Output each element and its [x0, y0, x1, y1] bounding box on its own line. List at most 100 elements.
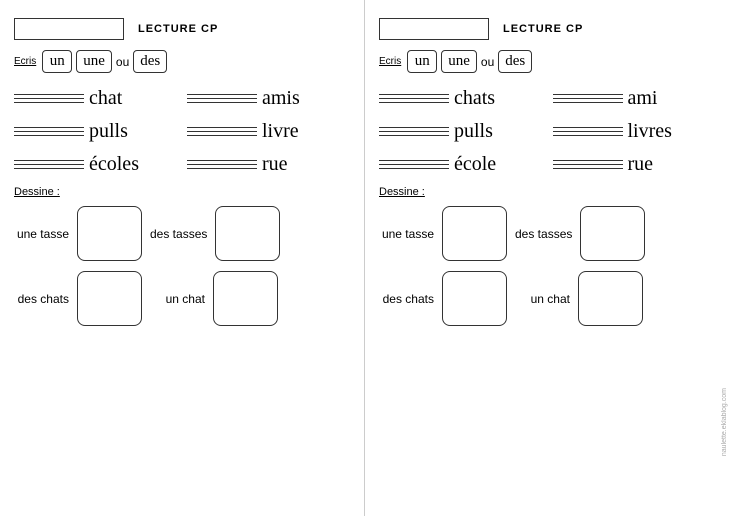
- left-lines-pulls: [14, 127, 84, 136]
- line: [187, 135, 257, 136]
- left-word-row-2: pulls livre: [14, 120, 350, 143]
- right-dessine-section: Dessine : une tasse des tasses des chats…: [379, 186, 716, 326]
- right-word-ecole: école: [454, 153, 496, 176]
- left-header: LECTURE CP: [14, 18, 350, 40]
- left-draw-box-des-tasses[interactable]: [215, 206, 280, 261]
- left-draw-box-des-chats[interactable]: [77, 271, 142, 326]
- left-word-amis: amis: [262, 87, 300, 110]
- line: [553, 131, 623, 132]
- line: [14, 160, 84, 161]
- left-une-tasse-label: une tasse: [14, 227, 69, 241]
- right-title: LECTURE CP: [503, 23, 583, 35]
- right-word-rue: rue: [628, 153, 654, 176]
- left-draw-row-tasse: une tasse des tasses: [14, 206, 350, 261]
- right-des-tasses-label: des tasses: [515, 227, 572, 241]
- line: [379, 102, 449, 103]
- right-draw-box-des-chats[interactable]: [442, 271, 507, 326]
- right-lines-livres: [553, 127, 623, 136]
- right-word-un: un: [407, 50, 437, 73]
- left-dessine-section: Dessine : une tasse des tasses des chats…: [14, 186, 350, 326]
- left-word-un: un: [42, 50, 72, 73]
- line: [14, 135, 84, 136]
- left-title: LECTURE CP: [138, 23, 218, 35]
- left-lines-ecoles: [14, 160, 84, 169]
- left-dessine-label: Dessine :: [14, 186, 350, 198]
- left-name-input[interactable]: [14, 18, 124, 40]
- line: [553, 164, 623, 165]
- left-words-section: chat amis: [14, 87, 350, 176]
- line: [379, 135, 449, 136]
- line: [187, 102, 257, 103]
- right-word-des: des: [498, 50, 532, 73]
- right-draw-row-tasse: une tasse des tasses: [379, 206, 716, 261]
- right-word-livres: livres: [628, 120, 672, 143]
- left-panel: LECTURE CP Ecris un une ou des chat: [0, 0, 365, 516]
- right-word-entry-chats: chats: [379, 87, 543, 110]
- left-un-chat-label: un chat: [150, 292, 205, 306]
- line: [14, 127, 84, 128]
- right-word-row-3: école rue: [379, 153, 716, 176]
- watermark: naulette.eklablog.com: [721, 388, 728, 456]
- line: [187, 98, 257, 99]
- line: [379, 131, 449, 132]
- left-word-ecoles: écoles: [89, 153, 139, 176]
- right-draw-box-une-tasse[interactable]: [442, 206, 507, 261]
- right-dessine-label: Dessine :: [379, 186, 716, 198]
- line: [379, 98, 449, 99]
- right-word-row-1: chats ami: [379, 87, 716, 110]
- right-word-pulls: pulls: [454, 120, 493, 143]
- right-draw-row-chats: des chats un chat: [379, 271, 716, 326]
- left-des-chats-label: des chats: [14, 292, 69, 306]
- line: [553, 127, 623, 128]
- left-ecris-row: Ecris un une ou des: [14, 50, 350, 73]
- line: [187, 94, 257, 95]
- line: [187, 164, 257, 165]
- right-lines-rue: [553, 160, 623, 169]
- right-word-entry-pulls: pulls: [379, 120, 543, 143]
- line: [553, 168, 623, 169]
- left-word-livre: livre: [262, 120, 299, 143]
- right-panel: LECTURE CP Ecris un une ou des chats: [365, 0, 730, 516]
- right-des-chats-label: des chats: [379, 292, 434, 306]
- left-word-entry-livre: livre: [187, 120, 350, 143]
- left-word-des: des: [133, 50, 167, 73]
- line: [379, 168, 449, 169]
- left-des-tasses-label: des tasses: [150, 227, 207, 241]
- left-draw-box-un-chat[interactable]: [213, 271, 278, 326]
- line: [187, 131, 257, 132]
- right-ecris-label: Ecris: [379, 56, 401, 67]
- line: [553, 102, 623, 103]
- line: [379, 127, 449, 128]
- right-word-entry-ami: ami: [553, 87, 717, 110]
- line: [379, 94, 449, 95]
- left-word-entry-chat: chat: [14, 87, 177, 110]
- right-lines-ecole: [379, 160, 449, 169]
- right-lines-ami: [553, 94, 623, 103]
- left-ecris-label: Ecris: [14, 56, 36, 67]
- right-word-row-2: pulls livres: [379, 120, 716, 143]
- line: [379, 164, 449, 165]
- left-lines-rue: [187, 160, 257, 169]
- line: [187, 127, 257, 128]
- line: [14, 164, 84, 165]
- left-ou: ou: [116, 55, 129, 69]
- left-word-chat: chat: [89, 87, 122, 110]
- right-ou: ou: [481, 55, 494, 69]
- right-word-entry-ecole: école: [379, 153, 543, 176]
- right-name-input[interactable]: [379, 18, 489, 40]
- left-word-entry-pulls: pulls: [14, 120, 177, 143]
- left-word-une: une: [76, 50, 112, 73]
- right-word-entry-livres: livres: [553, 120, 717, 143]
- line: [14, 98, 84, 99]
- right-draw-box-des-tasses[interactable]: [580, 206, 645, 261]
- right-draw-box-un-chat[interactable]: [578, 271, 643, 326]
- line: [553, 135, 623, 136]
- right-words-section: chats ami: [379, 87, 716, 176]
- right-une-tasse-label: une tasse: [379, 227, 434, 241]
- line: [553, 160, 623, 161]
- right-ecris-row: Ecris un une ou des: [379, 50, 716, 73]
- line: [553, 94, 623, 95]
- line: [187, 168, 257, 169]
- left-draw-box-une-tasse[interactable]: [77, 206, 142, 261]
- line: [187, 160, 257, 161]
